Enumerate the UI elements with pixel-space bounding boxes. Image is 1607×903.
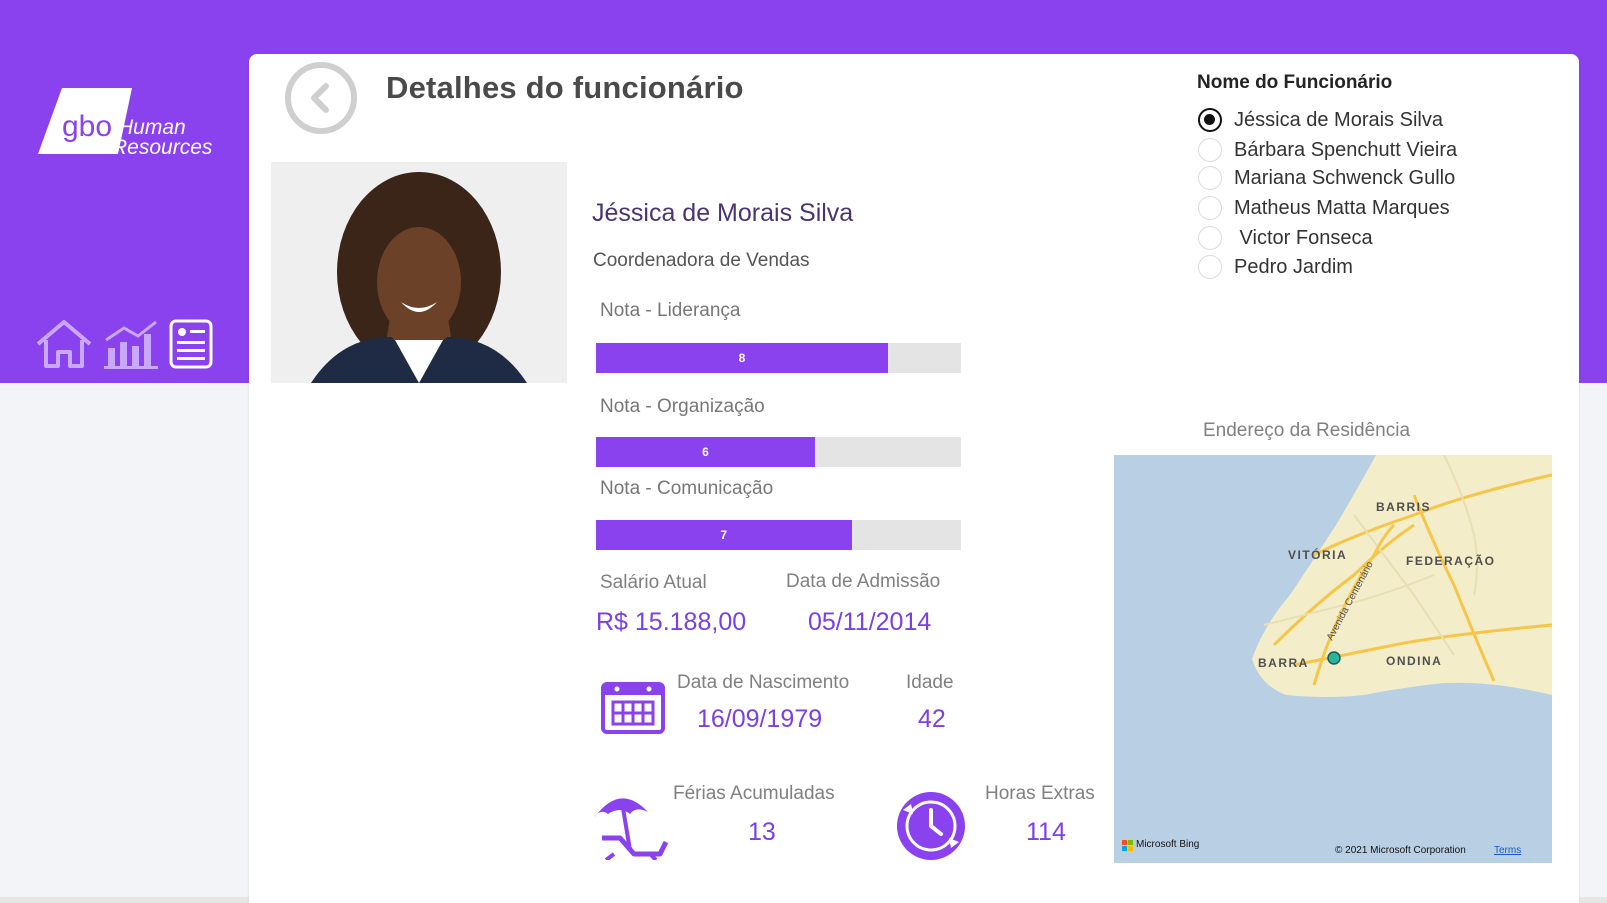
birth-label: Data de Nascimento <box>677 672 850 693</box>
score-value: 7 <box>720 528 728 542</box>
vacation-label: Férias Acumuladas <box>673 783 835 804</box>
calendar-icon <box>601 682 665 734</box>
map-label-federacao: FEDERAÇÃO <box>1406 553 1496 568</box>
employee-photo <box>271 162 567 383</box>
employee-slicer-title: Nome do Funcionário <box>1197 72 1393 93</box>
slicer-option-label: Mariana Schwenck Gullo <box>1234 166 1456 189</box>
slicer-option[interactable]: Matheus Matta Marques <box>1198 195 1450 221</box>
slicer-option-label: Jéssica de Morais Silva <box>1234 108 1443 131</box>
residence-map[interactable]: BARRIS VITÓRIA FEDERAÇÃO BARRA ONDINA Av… <box>1114 455 1552 863</box>
age-label: Idade <box>906 672 954 693</box>
map-label-vitoria: VITÓRIA <box>1288 547 1347 562</box>
bar-chart-icon[interactable] <box>102 318 162 370</box>
beach-umbrella-icon <box>594 798 669 860</box>
report-icon[interactable] <box>166 318 226 370</box>
map-label-barris: BARRIS <box>1376 500 1431 514</box>
map-label-ondina: ONDINA <box>1386 654 1442 668</box>
page-title: Detalhes do funcionário <box>386 70 744 105</box>
slicer-option-label: Pedro Jardim <box>1234 255 1353 278</box>
slicer-option[interactable]: Bárbara Spenchutt Vieira <box>1198 137 1457 163</box>
score-value: 8 <box>738 351 746 365</box>
salary-label: Salário Atual <box>600 572 707 593</box>
overtime-label: Horas Extras <box>985 783 1095 804</box>
map-location-pin[interactable] <box>1327 651 1341 665</box>
admission-value: 05/11/2014 <box>808 608 932 636</box>
age-value: 42 <box>918 705 946 733</box>
salary-value: R$ 15.188,00 <box>596 608 747 636</box>
chevron-left-icon <box>311 83 329 113</box>
slicer-option-label: Victor Fonseca <box>1234 226 1373 249</box>
radio-button[interactable] <box>1198 226 1222 250</box>
map-provider: Microsoft Bing <box>1136 839 1200 850</box>
radio-button[interactable] <box>1198 108 1222 132</box>
score-bar-organizacao: 6 <box>596 437 961 467</box>
admission-label: Data de Admissão <box>786 571 941 592</box>
back-button[interactable] <box>284 61 358 135</box>
birth-value: 16/09/1979 <box>697 705 823 733</box>
slicer-option[interactable]: Jéssica de Morais Silva <box>1198 107 1443 133</box>
logo-text-gbo: gbo <box>62 110 112 143</box>
logo-text-resources: Resources <box>112 136 213 159</box>
slicer-option[interactable]: Mariana Schwenck Gullo <box>1198 165 1455 191</box>
radio-button[interactable] <box>1198 138 1222 162</box>
employee-role: Coordenadora de Vendas <box>593 250 810 271</box>
radio-button[interactable] <box>1198 196 1222 220</box>
employee-name: Jéssica de Morais Silva <box>592 199 854 227</box>
map-canvas[interactable]: BARRIS VITÓRIA FEDERAÇÃO BARRA ONDINA Av… <box>1114 455 1552 863</box>
map-label-barra: BARRA <box>1258 656 1309 670</box>
score-bar-lideranca: 8 <box>596 343 961 373</box>
radio-button[interactable] <box>1198 166 1222 190</box>
slicer-option-label: Bárbara Spenchutt Vieira <box>1234 138 1458 161</box>
slicer-option-label: Matheus Matta Marques <box>1234 196 1450 219</box>
score-label-organizacao: Nota - Organização <box>600 396 765 417</box>
map-terms-link[interactable]: Terms <box>1494 845 1521 856</box>
score-label-lideranca: Nota - Liderança <box>600 300 741 321</box>
score-bar-comunicacao: 7 <box>596 520 961 550</box>
radio-button[interactable] <box>1198 255 1222 279</box>
home-icon[interactable] <box>34 318 94 370</box>
score-label-comunicacao: Nota - Comunicação <box>600 478 774 499</box>
vacation-value: 13 <box>748 818 776 846</box>
slicer-option[interactable]: Pedro Jardim <box>1198 254 1353 280</box>
overtime-value: 114 <box>1026 818 1066 846</box>
score-value: 6 <box>702 445 709 459</box>
gbo-logo: gbo Human Resources <box>38 88 213 159</box>
map-title: Endereço da Residência <box>1203 420 1411 441</box>
clock-icon <box>897 792 965 860</box>
slicer-option[interactable]: Victor Fonseca <box>1198 225 1373 251</box>
map-copyright: © 2021 Microsoft Corporation <box>1335 845 1466 856</box>
